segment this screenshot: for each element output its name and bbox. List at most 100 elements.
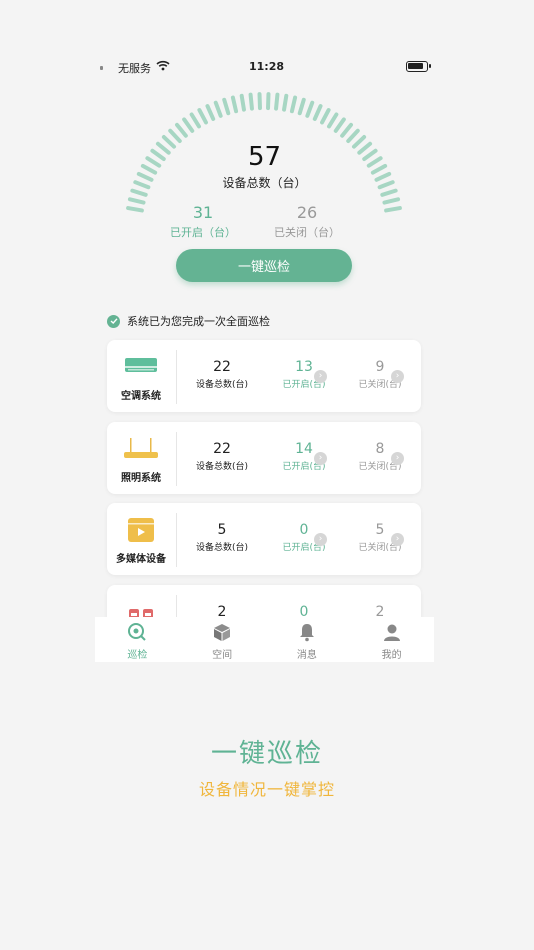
total-label: 设备总数(台) bbox=[195, 543, 249, 553]
gauge-tick bbox=[274, 92, 280, 111]
wifi-icon bbox=[156, 60, 170, 74]
tab-messages[interactable]: 消息 bbox=[265, 617, 350, 662]
cube-icon bbox=[180, 622, 265, 642]
gauge-tick bbox=[312, 104, 323, 121]
gauge-tick bbox=[168, 128, 182, 144]
gauge-tick bbox=[333, 117, 346, 133]
off-value: 8 bbox=[375, 441, 385, 457]
promo-subtitle: 设备情况一键掌控 bbox=[198, 780, 335, 799]
tab-mine[interactable]: 我的 bbox=[349, 617, 434, 662]
on-value: 13 bbox=[295, 359, 313, 375]
off-device-label: 已关闭（台） bbox=[274, 226, 340, 239]
gauge-tick bbox=[205, 104, 216, 121]
system-name: 多媒体设备 bbox=[116, 554, 166, 565]
device-gauge: 57 设备总数（台） 31 已开启（台） 26 已关闭（台） bbox=[95, 82, 434, 272]
on-label: 已开启(台) bbox=[282, 462, 326, 472]
on-stat[interactable]: 14 已开启(台) bbox=[264, 440, 344, 474]
total-device-count: 57 bbox=[247, 142, 282, 172]
lighting-icon bbox=[123, 436, 159, 460]
system-card-multimedia[interactable]: 多媒体设备 5 设备总数(台) 0 已开启(台) › 5 已关闭(台) › bbox=[107, 503, 421, 575]
user-icon bbox=[349, 622, 434, 642]
total-stat: 22 设备总数(台) bbox=[182, 358, 262, 392]
tab-label: 巡检 bbox=[127, 650, 148, 661]
clock-time: 11:28 bbox=[249, 60, 285, 73]
total-label: 设备总数(台) bbox=[195, 462, 249, 472]
tab-space[interactable]: 空间 bbox=[180, 617, 265, 662]
total-value: 22 bbox=[213, 359, 231, 375]
on-device-label: 已开启（台） bbox=[170, 226, 236, 239]
off-stat[interactable]: 5 已关闭(台) bbox=[340, 521, 420, 555]
total-value: 22 bbox=[213, 441, 231, 457]
gauge-tick bbox=[305, 100, 315, 118]
chevron-right-icon[interactable]: › bbox=[391, 370, 404, 383]
tab-inspect[interactable]: 巡检 bbox=[95, 617, 180, 662]
bottom-tab-bar: 巡检 空间 消息 我的 bbox=[95, 617, 434, 662]
tab-label: 空间 bbox=[212, 650, 233, 661]
carrier-label: 无服务 bbox=[118, 62, 151, 75]
gauge-tick bbox=[127, 197, 146, 205]
total-value: 5 bbox=[217, 522, 227, 538]
check-icon bbox=[107, 314, 120, 328]
system-card-air-conditioning[interactable]: 空调系统 22 设备总数(台) 13 已开启(台) › 9 已关闭(台) › bbox=[107, 340, 421, 412]
gauge-tick bbox=[213, 100, 223, 118]
gauge-tick bbox=[230, 95, 239, 114]
chevron-right-icon[interactable]: › bbox=[314, 533, 327, 546]
gauge-tick bbox=[346, 128, 360, 144]
card-divider bbox=[176, 513, 177, 567]
gauge-tick bbox=[126, 206, 144, 213]
on-value: 0 bbox=[299, 522, 309, 538]
gauge-tick bbox=[382, 197, 401, 205]
off-stat[interactable]: 9 已关闭(台) bbox=[340, 358, 420, 392]
card-divider bbox=[176, 350, 177, 404]
system-card-lighting[interactable]: 照明系统 22 设备总数(台) 14 已开启(台) › 8 已关闭(台) › bbox=[107, 422, 421, 494]
gauge-tick bbox=[340, 122, 353, 138]
total-stat: 5 设备总数(台) bbox=[182, 521, 262, 555]
on-value: 14 bbox=[295, 441, 313, 457]
status-bar: 无服务 11:28 bbox=[95, 58, 434, 76]
total-device-label: 设备总数（台） bbox=[222, 176, 307, 190]
promo-title: 一键巡检 bbox=[210, 739, 323, 769]
off-value: 5 bbox=[375, 522, 385, 538]
chevron-right-icon[interactable]: › bbox=[391, 452, 404, 465]
gauge-tick bbox=[175, 122, 188, 138]
on-stat[interactable]: 13 已开启(台) bbox=[264, 358, 344, 392]
on-device-count: 31 bbox=[192, 203, 214, 222]
off-label: 已关闭(台) bbox=[358, 380, 402, 390]
off-value: 9 bbox=[375, 359, 385, 375]
total-label: 设备总数(台) bbox=[195, 380, 249, 390]
gauge-tick bbox=[130, 188, 148, 197]
off-label: 已关闭(台) bbox=[358, 462, 402, 472]
gauge-tick bbox=[197, 108, 208, 125]
off-device-count: 26 bbox=[296, 203, 318, 222]
bell-icon bbox=[265, 622, 350, 642]
on-label: 已开启(台) bbox=[282, 543, 326, 553]
system-name: 空调系统 bbox=[121, 391, 161, 402]
gauge-tick bbox=[222, 97, 231, 116]
on-label: 已开启(台) bbox=[282, 380, 326, 390]
gauge-tick bbox=[320, 108, 331, 125]
gauge-tick bbox=[189, 112, 201, 129]
off-stat[interactable]: 8 已关闭(台) bbox=[340, 440, 420, 474]
phone-screen: 无服务 11:28 57 设备总数（台） 31 已开启（台） 26 已关闭（台）… bbox=[95, 52, 434, 662]
one-click-inspect-button[interactable]: 一键巡检 bbox=[176, 249, 352, 282]
card-divider bbox=[176, 432, 177, 486]
tab-label: 消息 bbox=[296, 650, 317, 661]
notice-text: 系统已为您完成一次全面巡检 bbox=[127, 315, 270, 328]
gauge-tick bbox=[384, 206, 402, 213]
system-name: 照明系统 bbox=[121, 473, 161, 484]
chevron-right-icon[interactable]: › bbox=[314, 370, 327, 383]
battery-icon bbox=[406, 61, 431, 72]
on-stat[interactable]: 0 已开启(台) bbox=[264, 521, 344, 555]
inspection-notice: 系统已为您完成一次全面巡检 bbox=[107, 313, 270, 329]
gauge-tick bbox=[248, 92, 254, 111]
gauge-tick bbox=[380, 188, 398, 197]
chevron-right-icon[interactable]: › bbox=[314, 452, 327, 465]
tab-label: 我的 bbox=[381, 650, 402, 661]
signal-icon bbox=[100, 66, 103, 70]
inspect-icon bbox=[95, 622, 180, 642]
gauge-tick bbox=[182, 117, 195, 133]
total-stat: 22 设备总数(台) bbox=[182, 440, 262, 474]
chevron-right-icon[interactable]: › bbox=[391, 533, 404, 546]
multimedia-icon bbox=[123, 517, 159, 542]
gauge-tick bbox=[289, 95, 298, 114]
